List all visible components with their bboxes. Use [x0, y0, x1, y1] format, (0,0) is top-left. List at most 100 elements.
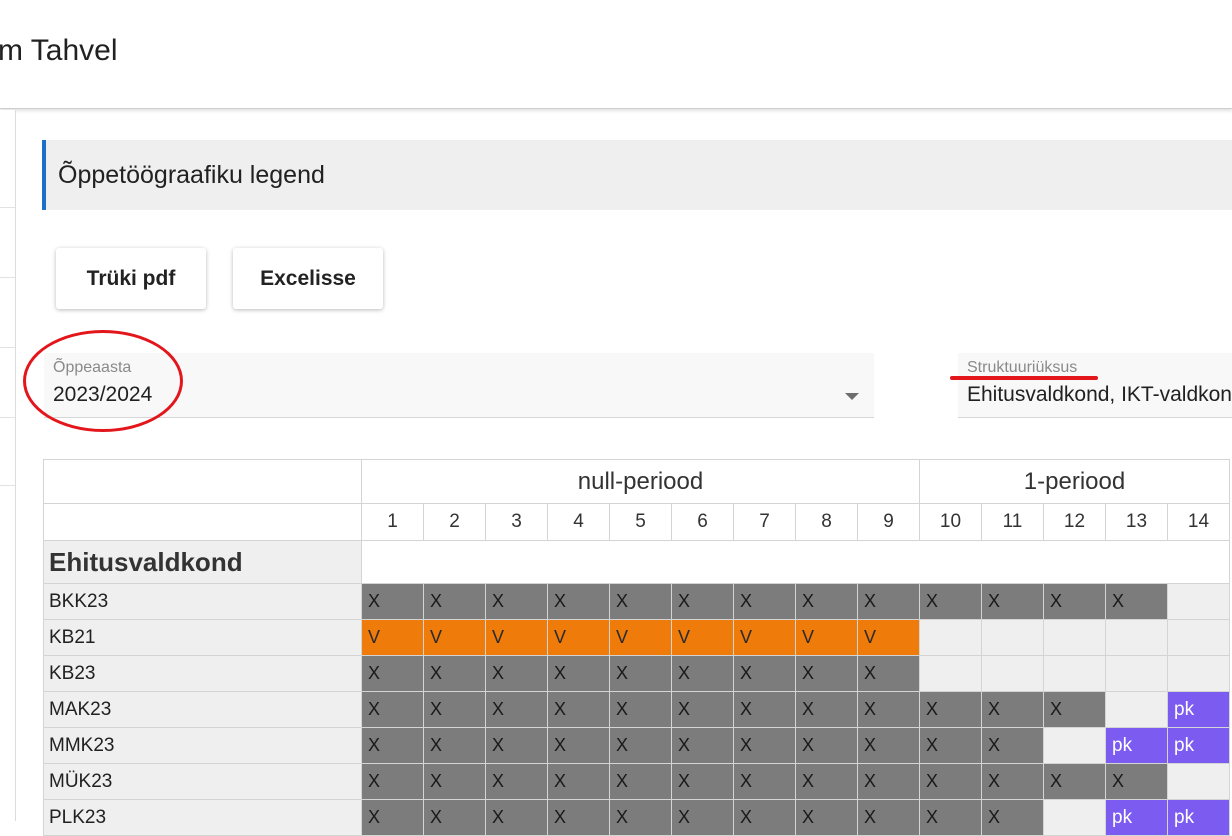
schedule-cell[interactable]	[1105, 655, 1168, 692]
schedule-cell[interactable]: X	[981, 799, 1044, 836]
schedule-cell[interactable]: V	[361, 619, 424, 656]
schedule-cell[interactable]: X	[919, 763, 982, 800]
schedule-cell[interactable]: X	[547, 583, 610, 620]
schedule-cell[interactable]: X	[857, 799, 920, 836]
schedule-cell[interactable]: X	[361, 799, 424, 836]
schedule-cell[interactable]: X	[1105, 583, 1168, 620]
structural-unit-select[interactable]: Struktuuriüksus Ehitusvaldkond, IKT-vald…	[958, 353, 1232, 418]
schedule-cell[interactable]	[1105, 691, 1168, 728]
schedule-cell[interactable]: X	[671, 763, 734, 800]
print-pdf-button[interactable]: Trüki pdf	[56, 248, 206, 309]
schedule-cell[interactable]: V	[485, 619, 548, 656]
schedule-cell[interactable]: X	[795, 763, 858, 800]
schedule-cell[interactable]: X	[981, 763, 1044, 800]
schedule-cell[interactable]: X	[423, 763, 486, 800]
schedule-cell[interactable]: X	[857, 655, 920, 692]
schedule-cell[interactable]: X	[547, 655, 610, 692]
schedule-cell[interactable]: X	[609, 691, 672, 728]
schedule-cell[interactable]: V	[733, 619, 796, 656]
schedule-cell[interactable]: X	[361, 691, 424, 728]
schedule-cell[interactable]: X	[857, 727, 920, 764]
schedule-cell[interactable]: X	[981, 727, 1044, 764]
schedule-cell[interactable]: X	[485, 691, 548, 728]
schedule-cell[interactable]: X	[547, 763, 610, 800]
schedule-cell[interactable]: X	[423, 727, 486, 764]
schedule-cell[interactable]: X	[857, 763, 920, 800]
schedule-cell[interactable]: X	[423, 655, 486, 692]
schedule-cell[interactable]: X	[919, 583, 982, 620]
schedule-cell[interactable]	[1043, 727, 1106, 764]
schedule-cell[interactable]: X	[423, 691, 486, 728]
schedule-cell[interactable]: X	[733, 691, 796, 728]
schedule-cell[interactable]: pk	[1167, 727, 1230, 764]
schedule-cell[interactable]: X	[671, 691, 734, 728]
schedule-cell[interactable]	[1043, 619, 1106, 656]
schedule-cell[interactable]: pk	[1167, 691, 1230, 728]
schedule-cell[interactable]: X	[1043, 691, 1106, 728]
schedule-cell[interactable]	[1043, 799, 1106, 836]
schedule-cell[interactable]: X	[485, 583, 548, 620]
schedule-cell[interactable]: pk	[1105, 727, 1168, 764]
schedule-cell[interactable]	[919, 655, 982, 692]
schedule-cell[interactable]: V	[795, 619, 858, 656]
schedule-cell[interactable]: X	[609, 763, 672, 800]
schedule-cell[interactable]: X	[423, 583, 486, 620]
export-excel-button[interactable]: Excelisse	[233, 248, 383, 309]
schedule-cell[interactable]: X	[485, 799, 548, 836]
schedule-cell[interactable]: X	[671, 727, 734, 764]
schedule-cell[interactable]: X	[795, 691, 858, 728]
schedule-cell[interactable]: V	[857, 619, 920, 656]
schedule-cell[interactable]: X	[609, 727, 672, 764]
schedule-cell[interactable]: X	[1043, 583, 1106, 620]
schedule-cell[interactable]: X	[795, 727, 858, 764]
schedule-cell[interactable]: X	[547, 727, 610, 764]
schedule-cell[interactable]	[919, 619, 982, 656]
study-year-select[interactable]: Õppeaasta 2023/2024	[44, 353, 874, 418]
schedule-cell[interactable]: X	[795, 583, 858, 620]
schedule-cell[interactable]	[1167, 763, 1230, 800]
schedule-cell[interactable]: X	[609, 799, 672, 836]
schedule-cell[interactable]	[1043, 655, 1106, 692]
schedule-cell[interactable]: X	[919, 691, 982, 728]
schedule-cell[interactable]: V	[671, 619, 734, 656]
schedule-cell[interactable]: V	[609, 619, 672, 656]
schedule-cell[interactable]: X	[609, 655, 672, 692]
schedule-cell[interactable]: X	[857, 691, 920, 728]
schedule-cell[interactable]: X	[733, 763, 796, 800]
schedule-cell[interactable]: X	[795, 655, 858, 692]
schedule-cell[interactable]: X	[981, 691, 1044, 728]
schedule-cell[interactable]: X	[547, 799, 610, 836]
schedule-cell[interactable]: V	[423, 619, 486, 656]
schedule-cell[interactable]	[1167, 619, 1230, 656]
schedule-cell[interactable]: X	[361, 583, 424, 620]
schedule-cell[interactable]: X	[361, 763, 424, 800]
schedule-cell[interactable]: X	[1043, 763, 1106, 800]
schedule-cell[interactable]: X	[671, 799, 734, 836]
schedule-cell[interactable]: X	[981, 583, 1044, 620]
schedule-cell[interactable]: X	[795, 799, 858, 836]
schedule-cell[interactable]: X	[733, 655, 796, 692]
schedule-cell[interactable]: pk	[1167, 799, 1230, 836]
schedule-cell[interactable]: X	[733, 583, 796, 620]
schedule-cell[interactable]: X	[423, 799, 486, 836]
schedule-cell[interactable]	[981, 655, 1044, 692]
schedule-cell[interactable]: X	[733, 799, 796, 836]
schedule-cell[interactable]: X	[919, 727, 982, 764]
schedule-cell[interactable]: X	[671, 655, 734, 692]
schedule-cell[interactable]	[1167, 655, 1230, 692]
schedule-cell[interactable]	[981, 619, 1044, 656]
schedule-cell[interactable]: X	[547, 691, 610, 728]
schedule-cell[interactable]: X	[1105, 763, 1168, 800]
schedule-cell[interactable]: pk	[1105, 799, 1168, 836]
schedule-cell[interactable]: X	[361, 655, 424, 692]
dropdown-arrow-icon[interactable]	[845, 393, 859, 400]
schedule-cell[interactable]: X	[485, 727, 548, 764]
schedule-cell[interactable]: X	[485, 763, 548, 800]
schedule-cell[interactable]: X	[485, 655, 548, 692]
schedule-cell[interactable]: X	[733, 727, 796, 764]
schedule-cell[interactable]: X	[361, 727, 424, 764]
schedule-cell[interactable]: X	[671, 583, 734, 620]
schedule-cell[interactable]: X	[609, 583, 672, 620]
schedule-cell[interactable]: X	[857, 583, 920, 620]
schedule-cell[interactable]	[1105, 619, 1168, 656]
